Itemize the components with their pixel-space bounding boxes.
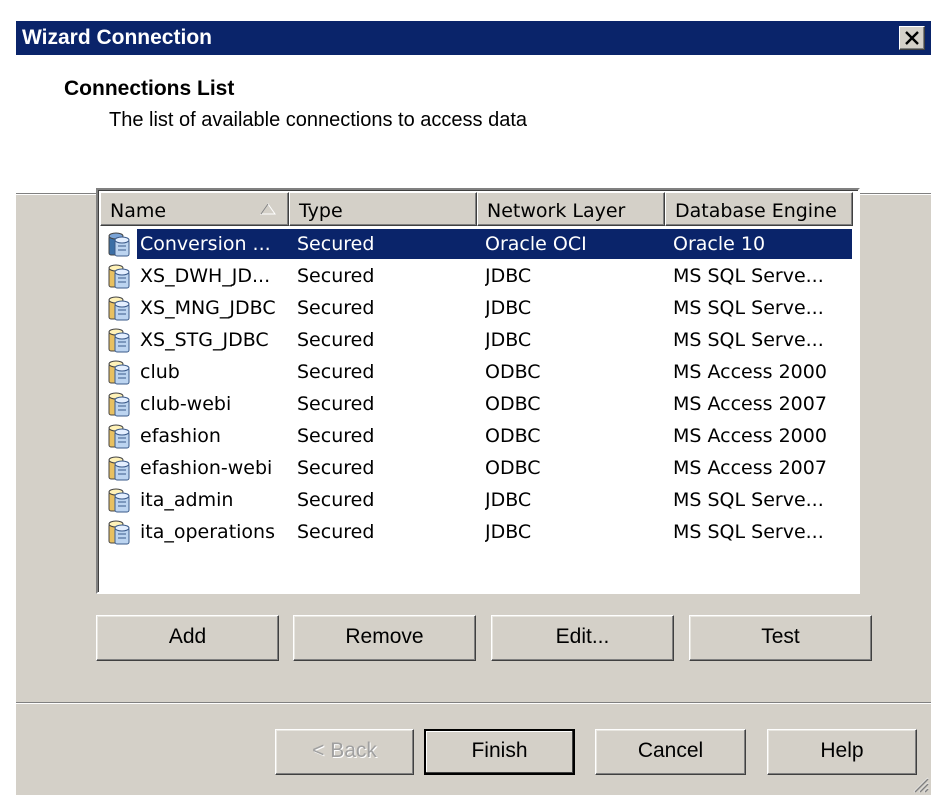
table-row[interactable]: ita_admin Secured JDBC MS SQL Serve... <box>100 484 858 516</box>
cell-engine: MS SQL Serve... <box>673 489 824 511</box>
database-connection-icon <box>108 296 130 321</box>
page-subtitle: The list of available connections to acc… <box>109 109 528 131</box>
column-label: Network Layer <box>487 200 626 222</box>
remove-button[interactable]: Remove <box>293 615 476 661</box>
list-header: Name Type Network Layer Database Engine <box>100 192 858 226</box>
table-row[interactable]: ita_operations Secured JDBC MS SQL Serve... <box>100 516 858 548</box>
resize-grip-icon[interactable] <box>909 773 929 793</box>
database-connection-icon <box>108 424 130 449</box>
cell-network: JDBC <box>485 489 532 511</box>
cell-type: Secured <box>297 233 375 255</box>
table-row[interactable]: XS_MNG_JDBC Secured JDBC MS SQL Serve... <box>100 292 858 324</box>
table-row[interactable]: efashion Secured ODBC MS Access 2000 <box>100 420 858 452</box>
cell-engine: MS Access 2000 <box>673 425 827 447</box>
table-row[interactable]: club-webi Secured ODBC MS Access 2007 <box>100 388 858 420</box>
cell-name: ita_operations <box>140 521 275 543</box>
wizard-connection-dialog: Wizard Connection Connections List The l… <box>15 20 931 795</box>
cell-name: club <box>140 361 180 383</box>
cell-name: club-webi <box>140 393 232 415</box>
cell-type: Secured <box>297 521 375 543</box>
add-button[interactable]: Add <box>96 615 279 661</box>
cell-network: JDBC <box>485 521 532 543</box>
database-connection-icon <box>108 520 130 545</box>
column-label: Database Engine <box>675 200 837 222</box>
column-header-type[interactable]: Type <box>289 192 477 226</box>
help-button[interactable]: Help <box>767 729 917 775</box>
column-label: Name <box>110 200 167 222</box>
cell-engine: Oracle 10 <box>673 233 766 255</box>
cell-type: Secured <box>297 393 375 415</box>
wizard-header: Connections List The list of available c… <box>16 55 931 193</box>
database-connection-icon <box>108 360 130 385</box>
database-connection-icon <box>108 264 130 289</box>
database-connection-icon <box>108 232 130 257</box>
table-row[interactable]: club Secured ODBC MS Access 2000 <box>100 356 858 388</box>
cancel-button[interactable]: Cancel <box>595 729 746 775</box>
cell-name: XS_MNG_JDBC <box>140 297 276 319</box>
cell-engine: MS SQL Serve... <box>673 521 824 543</box>
column-header-name[interactable]: Name <box>100 192 289 226</box>
cell-engine: MS SQL Serve... <box>673 297 824 319</box>
cell-type: Secured <box>297 329 375 351</box>
database-connection-icon <box>108 456 130 481</box>
cell-type: Secured <box>297 265 375 287</box>
cell-name: Conversion ... <box>140 233 271 255</box>
connections-list[interactable]: Name Type Network Layer Database Engine … <box>96 188 860 594</box>
cell-engine: MS Access 2000 <box>673 361 827 383</box>
database-connection-icon <box>108 328 130 353</box>
table-row[interactable]: XS_STG_JDBC Secured JDBC MS SQL Serve... <box>100 324 858 356</box>
cell-network: ODBC <box>485 361 541 383</box>
cell-engine: MS SQL Serve... <box>673 265 824 287</box>
cell-network: ODBC <box>485 393 541 415</box>
database-connection-icon <box>108 392 130 417</box>
table-row[interactable]: XS_DWH_JD... Secured JDBC MS SQL Serve... <box>100 260 858 292</box>
cell-type: Secured <box>297 489 375 511</box>
cell-type: Secured <box>297 361 375 383</box>
table-row[interactable]: Conversion ... Secured Oracle OCI Oracle 10 <box>100 228 858 260</box>
cell-type: Secured <box>297 297 375 319</box>
cell-engine: MS SQL Serve... <box>673 329 824 351</box>
cell-name: ita_admin <box>140 489 234 511</box>
cell-type: Secured <box>297 457 375 479</box>
back-button[interactable]: < Back <box>275 729 414 775</box>
column-header-network-layer[interactable]: Network Layer <box>477 192 665 226</box>
window-title: Wizard Connection <box>22 26 212 49</box>
cell-network: JDBC <box>485 265 532 287</box>
test-button[interactable]: Test <box>689 615 872 661</box>
edit-button[interactable]: Edit... <box>491 615 674 661</box>
cell-network: ODBC <box>485 457 541 479</box>
sort-ascending-icon <box>260 203 276 215</box>
cell-name: efashion <box>140 425 221 447</box>
page-title: Connections List <box>64 77 235 100</box>
cell-type: Secured <box>297 425 375 447</box>
table-row[interactable]: efashion-webi Secured ODBC MS Access 2007 <box>100 452 858 484</box>
cell-engine: MS Access 2007 <box>673 457 827 479</box>
cell-network: JDBC <box>485 329 532 351</box>
column-label: Type <box>299 200 343 222</box>
close-icon <box>905 31 919 45</box>
cell-network: Oracle OCI <box>485 233 587 255</box>
close-button[interactable] <box>899 26 925 50</box>
cell-name: XS_STG_JDBC <box>140 329 269 351</box>
cell-name: XS_DWH_JD... <box>140 265 271 287</box>
cell-network: ODBC <box>485 425 541 447</box>
finish-button[interactable]: Finish <box>424 729 575 775</box>
title-bar[interactable]: Wizard Connection <box>16 21 931 55</box>
cell-name: efashion-webi <box>140 457 273 479</box>
column-header-database-engine[interactable]: Database Engine <box>665 192 853 226</box>
cell-network: JDBC <box>485 297 532 319</box>
cell-engine: MS Access 2007 <box>673 393 827 415</box>
database-connection-icon <box>108 488 130 513</box>
